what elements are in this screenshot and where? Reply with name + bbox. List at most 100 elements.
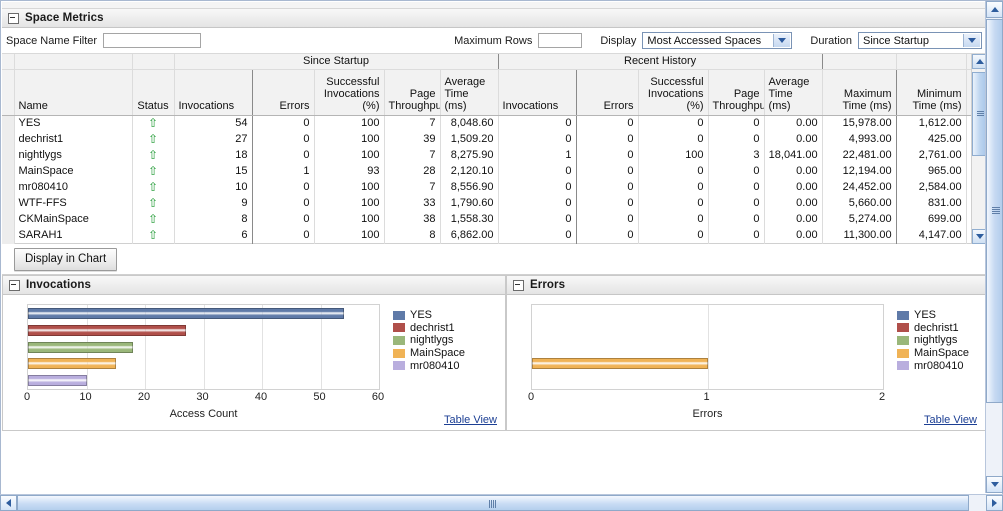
cell-space-name[interactable]: CKMainSpace — [14, 212, 133, 228]
invocations-panel-title: Invocations — [26, 279, 92, 291]
legend-label: mr080410 — [410, 359, 460, 372]
legend-item[interactable]: nightlygs — [897, 334, 969, 347]
legend-item[interactable]: dechrist1 — [393, 322, 465, 335]
table-head: Since Startup Recent History Name Status — [2, 54, 971, 116]
errors-chart-body: 0 1 2 Errors YES dechrist1 nightlygs MainSpac… — [507, 295, 985, 430]
cell-space-name[interactable]: MainSpace — [14, 164, 133, 180]
row-marker — [2, 164, 15, 180]
page-hscroll-thumb[interactable] — [17, 495, 969, 511]
table-row[interactable]: nightlygs ⇧ 18 0 100 7 8,275.90 1 0 100 3 18,041.00… — [2, 148, 971, 164]
cell-space-name[interactable]: WTF-FFS — [14, 196, 133, 212]
column-header-ss-average-time[interactable]: Average Time (ms) — [440, 69, 499, 116]
column-header-maximum-time[interactable]: Maximum Time (ms) — [822, 69, 897, 116]
invocations-table-view-link[interactable]: Table View — [444, 414, 497, 426]
cell-rh-avg: 0.00 — [764, 228, 823, 244]
cell-space-name[interactable]: SARAH1 — [14, 228, 133, 244]
legend-item[interactable]: MainSpace — [393, 347, 465, 360]
scroll-down-icon[interactable] — [972, 229, 986, 244]
legend-swatch — [897, 310, 909, 320]
column-header-rh-invocations[interactable]: Invocations — [498, 69, 577, 116]
invocations-chart-body: 0 10 20 30 40 50 60 Access Count YES dechrist1 n… — [3, 295, 505, 430]
errors-table-view-link[interactable]: Table View — [924, 414, 977, 426]
cell-space-name[interactable]: nightlygs — [14, 148, 133, 164]
column-header-status[interactable]: Status — [132, 69, 175, 116]
column-header-rh-average-time[interactable]: Average Time (ms) — [764, 69, 823, 116]
cell-ss-inv: 10 — [174, 180, 253, 196]
table-vertical-scrollbar[interactable] — [971, 54, 986, 244]
page-horizontal-scrollbar[interactable] — [0, 494, 1003, 511]
table-row[interactable]: YES ⇧ 54 0 100 7 8,048.60 0 0 0 0 0.00 15,978.00 1,61… — [2, 115, 971, 132]
scroll-down-icon[interactable] — [986, 476, 1003, 493]
cell-status: ⇧ — [132, 228, 175, 244]
table-row[interactable]: MainSpace ⇧ 15 1 93 28 2,120.10 0 0 0 0 0.00 12,194.… — [2, 164, 971, 180]
group-header-since-startup: Since Startup — [174, 54, 499, 70]
table-row[interactable]: mr080410 ⇧ 10 0 100 7 8,556.90 0 0 0 0 0.00 24,452.0… — [2, 180, 971, 196]
column-header-rh-errors[interactable]: Errors — [576, 69, 639, 116]
legend-item[interactable]: dechrist1 — [897, 322, 969, 335]
legend-item[interactable]: mr080410 — [897, 359, 969, 372]
minus-square-icon[interactable] — [9, 279, 20, 291]
cell-rh-inv: 0 — [498, 212, 577, 228]
page-viewport: Space Metrics Space Name Filter Maximum … — [2, 2, 986, 494]
legend-item[interactable]: nightlygs — [393, 334, 465, 347]
chart-bar[interactable] — [28, 358, 116, 370]
chart-bar[interactable] — [28, 375, 87, 387]
column-header-ss-errors[interactable]: Errors — [252, 69, 315, 116]
chevron-down-icon[interactable] — [963, 34, 980, 47]
maximum-rows-input[interactable] — [538, 33, 583, 48]
chart-bar[interactable] — [28, 307, 344, 319]
cell-space-name[interactable]: mr080410 — [14, 180, 133, 196]
legend-item[interactable]: MainSpace — [897, 347, 969, 360]
legend-item[interactable]: YES — [393, 309, 465, 322]
chart-bar[interactable] — [532, 358, 708, 370]
cell-rh-page: 0 — [708, 132, 765, 148]
column-header-ss-invocations[interactable]: Invocations — [174, 69, 253, 116]
cell-ss-avg: 8,556.90 — [440, 180, 499, 196]
page-hscroll-track[interactable] — [17, 495, 986, 511]
cell-ss-err: 0 — [252, 212, 315, 228]
display-in-chart-button[interactable]: Display in Chart — [14, 247, 118, 271]
cell-rh-inv: 0 — [498, 180, 577, 196]
cell-space-name[interactable]: YES — [14, 115, 133, 132]
scroll-up-icon[interactable] — [986, 1, 1003, 18]
scroll-up-icon[interactable] — [972, 54, 986, 69]
space-metrics-table-container: Since Startup Recent History Name Status — [2, 54, 986, 244]
column-header-rh-page-throughput[interactable]: Page Throughput — [708, 69, 765, 116]
display-select[interactable]: Most Accessed Spaces — [642, 32, 793, 49]
cell-ss-err: 0 — [252, 180, 315, 196]
space-name-filter-input[interactable] — [103, 33, 202, 48]
cell-ss-inv: 18 — [174, 148, 253, 164]
table-row[interactable]: WTF-FFS ⇧ 9 0 100 33 1,790.60 0 0 0 0 0.00 5,660.00 8… — [2, 196, 971, 212]
cell-space-name[interactable]: dechrist1 — [14, 132, 133, 148]
cell-status: ⇧ — [132, 196, 175, 212]
cell-ss-err: 0 — [252, 196, 315, 212]
table-scroll-thumb[interactable] — [972, 72, 986, 156]
column-header-minimum-time[interactable]: Minimum Time (ms) — [896, 69, 967, 116]
duration-select[interactable]: Since Startup — [858, 32, 982, 49]
chart-bar[interactable] — [28, 324, 186, 336]
legend-label: nightlygs — [914, 334, 958, 347]
page-vertical-scrollbar[interactable] — [985, 1, 1003, 493]
minus-square-icon[interactable] — [8, 12, 19, 24]
errors-chart-panel: Errors 0 1 2 Errors YES dechrist1 nightlygs M… — [506, 275, 986, 431]
scroll-right-icon[interactable] — [986, 495, 1003, 511]
cell-min: 699.00 — [896, 212, 967, 228]
invocations-x-axis-label: Access Count — [169, 408, 238, 420]
legend-label: MainSpace — [410, 347, 466, 360]
chevron-down-icon[interactable] — [773, 34, 791, 47]
column-header-rh-successful-invocations[interactable]: Successful Invocations (%) — [638, 69, 709, 116]
legend-item[interactable]: YES — [897, 309, 969, 322]
duration-label: Duration — [810, 34, 852, 47]
column-header-ss-page-throughput[interactable]: Page Throughput — [384, 69, 441, 116]
chart-bar[interactable] — [28, 341, 134, 353]
table-row[interactable]: SARAH1 ⇧ 6 0 100 8 6,862.00 0 0 0 0 0.00 11,300.00 4,… — [2, 228, 971, 244]
legend-item[interactable]: mr080410 — [393, 359, 465, 372]
page-scroll-thumb[interactable] — [986, 19, 1003, 403]
scroll-left-icon[interactable] — [0, 495, 17, 511]
legend-swatch — [393, 348, 405, 358]
table-row[interactable]: CKMainSpace ⇧ 8 0 100 38 1,558.30 0 0 0 0 0.00 5,274… — [2, 212, 971, 228]
column-header-ss-successful-invocations[interactable]: Successful Invocations (%) — [314, 69, 385, 116]
table-row[interactable]: dechrist1 ⇧ 27 0 100 39 1,509.20 0 0 0 0 0.00 4,993.… — [2, 132, 971, 148]
column-header-name[interactable]: Name — [14, 69, 133, 116]
minus-square-icon[interactable] — [513, 279, 524, 291]
